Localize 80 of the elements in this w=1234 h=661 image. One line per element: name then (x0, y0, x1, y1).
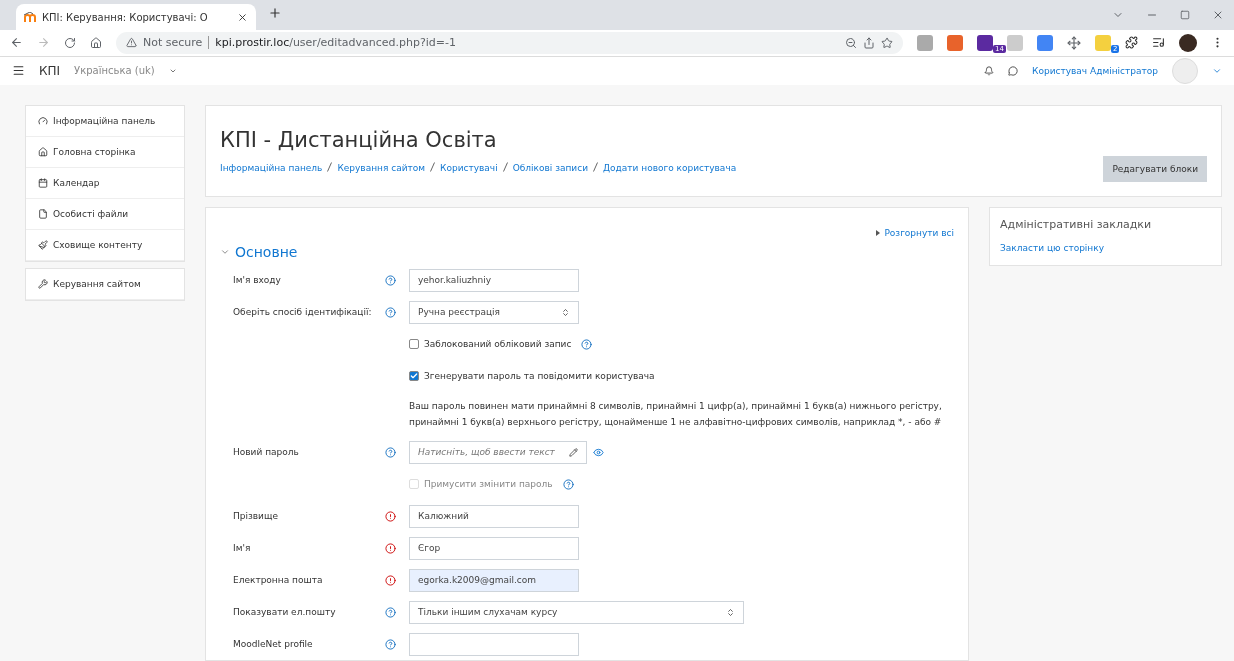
checkbox-label[interactable]: Заблокований обліковий запис (424, 339, 572, 349)
input-field[interactable]: Єгор (409, 536, 579, 560)
page-title: КПІ - Дистанційна Освіта (220, 128, 498, 152)
moodle-logo-icon (24, 12, 36, 22)
site-name[interactable]: КПІ (39, 63, 61, 78)
zoom-out-icon (845, 36, 857, 49)
media-icon (1152, 36, 1165, 50)
breadcrumb-separator (593, 162, 598, 172)
sidebar-item[interactable]: Інформаційна панель (26, 106, 184, 137)
select-dropdown[interactable]: Ручна реєстрація (409, 300, 579, 324)
password-rules-text: Ваш пароль повинен мати принаймні 8 символів, принаймні 1 цифр(а), принаймні 1 букв(а) нижнього регістру, принаймні 1 букв(а) верхнього регістру, щонайменше 1 не алфавітно-цифрових символів, наприклад *, - або # (409, 400, 943, 429)
breadcrumb-link[interactable]: Керування сайтом (337, 163, 426, 173)
field-label: Ім'я (232, 543, 252, 553)
reload-icon (64, 36, 76, 49)
caret-icon (876, 230, 881, 236)
warning-icon (126, 37, 137, 49)
close-icon (1212, 9, 1224, 21)
user-name-link[interactable]: Користувач Адміністратор (1032, 65, 1158, 76)
breadcrumb-link[interactable]: Користувачі (440, 163, 498, 173)
edit-blocks-button[interactable]: Редагувати блоки (1103, 156, 1207, 182)
back-icon (10, 36, 23, 50)
field-label: Прізвище (232, 511, 279, 521)
new-tab-icon (268, 6, 282, 20)
expand-all-link[interactable]: Розгорнути всі (884, 228, 954, 238)
home-icon (38, 147, 48, 157)
menu-icon (12, 64, 25, 78)
address-bar[interactable]: Not secure kpi.prostir.loc/user/editadvanced.php?id=-1 (116, 31, 903, 54)
field-label: Ім'я входу (232, 275, 282, 285)
sidebar-item[interactable]: Календар (26, 168, 184, 199)
forward-icon (37, 36, 50, 50)
move-icon (1067, 35, 1081, 50)
puzzle-icon (1125, 36, 1138, 50)
wrench-icon (38, 279, 48, 289)
star-icon (881, 36, 893, 49)
block-title: Адміністративні закладки (1000, 218, 1153, 231)
bell-icon (984, 65, 995, 76)
profile-avatar[interactable] (1179, 33, 1197, 52)
field-label: Показувати ел.пошту (232, 607, 337, 617)
brush-icon (38, 240, 48, 250)
breadcrumb-link[interactable]: Інформаційна панель (220, 163, 323, 173)
pencil-icon (569, 447, 578, 457)
extension-icon[interactable] (977, 34, 993, 51)
field-label: Електронна пошта (232, 575, 324, 585)
input-field[interactable]: yehor.kaliuzhniy (409, 268, 579, 292)
chat-icon (1008, 65, 1019, 76)
checkbox-label[interactable]: Згенерувати пароль та повідомити користувача (424, 371, 655, 381)
breadcrumb-link[interactable]: Облікові записи (512, 163, 588, 173)
calendar-icon (38, 178, 48, 188)
section-title[interactable]: Основне (235, 244, 298, 260)
breadcrumb-separator (502, 162, 508, 172)
sidebar-item[interactable]: Головна сторінка (26, 137, 184, 168)
tab-title: КПІ: Керування: Користувачі: О (42, 11, 209, 23)
sidebar-item[interactable]: Керування сайтом (26, 269, 184, 300)
field-label: Новий пароль (232, 447, 300, 457)
input-field[interactable]: egorka.k2009@gmail.com (409, 568, 579, 592)
language-menu[interactable]: Українська (uk) (74, 65, 155, 77)
select-dropdown[interactable]: Тільки іншим слухачам курсу (409, 600, 744, 624)
share-icon (863, 36, 875, 49)
home-icon (90, 36, 102, 49)
field-label: MoodleNet profile (232, 639, 314, 649)
gauge-icon (38, 116, 48, 126)
field-label: Оберіть спосіб ідентифікації: (232, 307, 373, 317)
eye-icon (593, 446, 604, 458)
bookmark-link[interactable]: Закласти цю сторінку (1000, 243, 1211, 253)
input-field[interactable] (409, 632, 579, 656)
security-label: Not secure (143, 36, 203, 50)
password-field[interactable]: Натисніть, щоб ввести текст (409, 440, 587, 464)
browser-tab[interactable]: КПІ: Керування: Користувачі: О (16, 4, 256, 30)
input-field[interactable]: Калюжний (409, 504, 579, 528)
sidebar-item[interactable]: Сховище контенту (26, 230, 184, 261)
breadcrumb-link[interactable]: Додати нового користувача (603, 163, 737, 173)
close-icon (237, 11, 248, 23)
maximize-icon (1180, 10, 1190, 20)
breadcrumb-separator (327, 162, 333, 172)
breadcrumb-separator (430, 162, 436, 172)
sidebar-item[interactable]: Особисті файли (26, 199, 184, 230)
file-icon (38, 209, 48, 219)
url-text: kpi.prostir.loc/user/editadvanced.php?id=-1 (215, 36, 456, 50)
updown-icon (726, 607, 735, 617)
updown-icon (561, 307, 570, 317)
